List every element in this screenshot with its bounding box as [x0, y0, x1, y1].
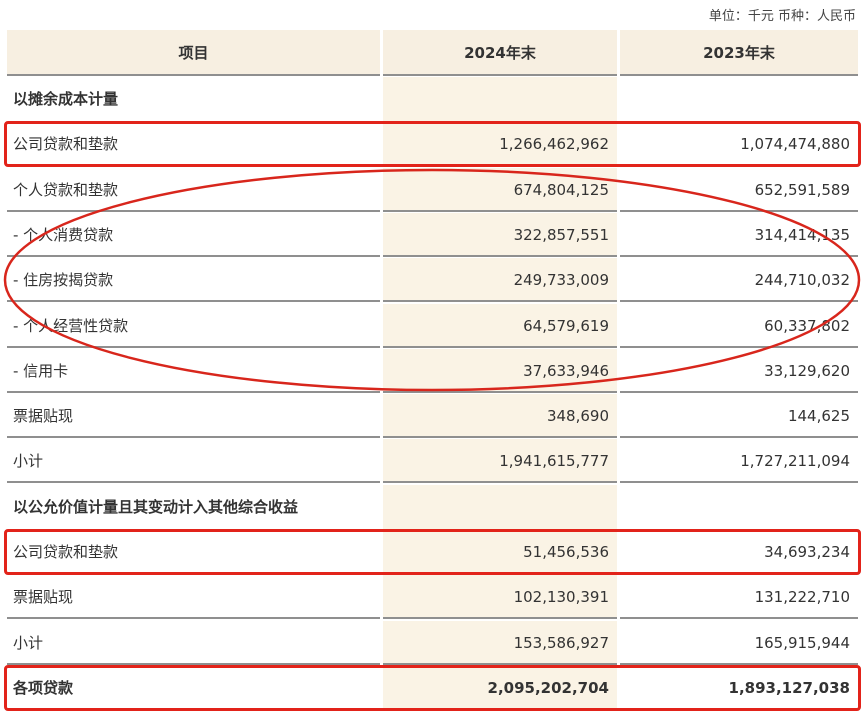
value-2024: 1,266,462,962	[383, 122, 617, 167]
row-label: 小计	[7, 439, 380, 484]
value-2024: 348,690	[383, 394, 617, 439]
section-row: 以公允价值计量且其变动计入其他综合收益	[0, 484, 864, 530]
value-2023	[620, 77, 858, 121]
value-2023: 314,414,135	[620, 213, 858, 257]
row-label: - 信用卡	[7, 349, 380, 393]
row-label: 以摊余成本计量	[13, 90, 119, 108]
value-2024: 102,130,391	[383, 575, 617, 620]
value-2024	[383, 77, 617, 121]
value-2023: 144,625	[620, 394, 858, 439]
header-2024: 2024年末	[383, 30, 617, 76]
table-row: - 住房按揭贷款 249,733,009 244,710,032	[0, 258, 864, 303]
table-row: 票据贴现 102,130,391 131,222,710	[0, 575, 864, 620]
row-label: 票据贴现	[7, 575, 380, 620]
value-2023: 1,727,211,094	[620, 439, 858, 484]
value-2023: 34,693,234	[620, 530, 858, 574]
value-2023: 60,337,802	[620, 304, 858, 348]
row-label: 票据贴现	[7, 394, 380, 439]
total-row: 各项贷款 2,095,202,704 1,893,127,038	[0, 665, 864, 711]
value-2024	[383, 484, 617, 529]
value-2024: 51,456,536	[383, 530, 617, 574]
table-row: 个人贷款和垫款 674,804,125 652,591,589	[0, 167, 864, 213]
value-2023	[620, 485, 858, 529]
row-label: - 个人经营性贷款	[7, 304, 380, 348]
value-2024: 2,095,202,704	[383, 665, 617, 710]
unit-label: 单位：千元 币种：人民币	[708, 9, 856, 24]
table-row: 公司贷款和垫款 51,456,536 34,693,234	[0, 530, 864, 575]
row-label: 公司贷款和垫款	[7, 122, 380, 167]
table-row: - 个人经营性贷款 64,579,619 60,337,802	[0, 303, 864, 349]
table-header: 项目 2024年末 2023年末	[0, 30, 864, 76]
value-2023: 652,591,589	[620, 168, 858, 212]
table-row: 小计 1,941,615,777 1,727,211,094	[0, 439, 864, 484]
row-label: - 住房按揭贷款	[7, 258, 380, 303]
table-row: 票据贴现 348,690 144,625	[0, 394, 864, 439]
row-label: 个人贷款和垫款	[7, 168, 380, 212]
table-row: 小计 153,586,927 165,915,944	[0, 620, 864, 666]
table-row: 公司贷款和垫款 1,266,462,962 1,074,474,880	[0, 122, 864, 167]
section-row: 以摊余成本计量	[0, 77, 864, 122]
value-2024: 37,633,946	[383, 348, 617, 393]
row-label: 各项贷款	[7, 666, 380, 710]
value-2023: 131,222,710	[620, 575, 858, 620]
value-2024: 674,804,125	[383, 167, 617, 212]
loan-table-page: 单位：千元 币种：人民币 项目 2024年末 2023年末 以摊余成本计量公司贷…	[0, 0, 864, 714]
header-2023: 2023年末	[620, 30, 858, 76]
value-2023: 1,893,127,038	[620, 666, 858, 710]
row-label: 小计	[7, 621, 380, 665]
row-label: 公司贷款和垫款	[7, 530, 380, 574]
row-label: 以公允价值计量且其变动计入其他综合收益	[13, 497, 299, 516]
table-row: - 个人消费贷款 322,857,551 314,414,135	[0, 212, 864, 258]
value-2023: 165,915,944	[620, 621, 858, 665]
value-2024: 64,579,619	[383, 303, 617, 348]
row-label: - 个人消费贷款	[7, 213, 380, 257]
header-item: 项目	[7, 30, 380, 76]
value-2023: 244,710,032	[620, 258, 858, 303]
value-2024: 1,941,615,777	[383, 439, 617, 484]
value-2024: 322,857,551	[383, 212, 617, 257]
value-2024: 249,733,009	[383, 258, 617, 303]
value-2024: 153,586,927	[383, 620, 617, 665]
value-2023: 33,129,620	[620, 349, 858, 393]
table-row: - 信用卡 37,633,946 33,129,620	[0, 348, 864, 394]
value-2023: 1,074,474,880	[620, 122, 858, 167]
